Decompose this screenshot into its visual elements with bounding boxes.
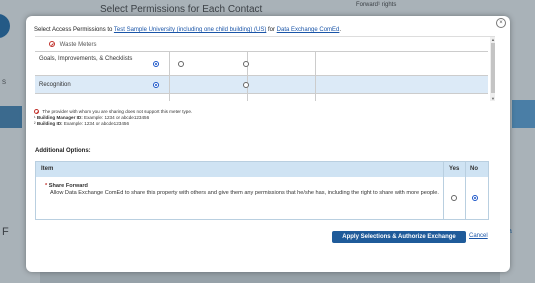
instruction-prefix: Select Access Permissions to xyxy=(34,27,114,33)
cancel-link[interactable]: Cancel xyxy=(469,233,488,239)
share-forward-title: * Share Forward xyxy=(45,183,88,189)
background-right-text: Forward¹ rights xyxy=(356,2,397,8)
no-entry-icon xyxy=(49,41,55,47)
permissions-table-scrollarea[interactable]: Waste Meters Goals, Improvements, & Chec… xyxy=(35,36,495,101)
instruction-suffix: . xyxy=(339,27,342,33)
recognition-radio-option-1[interactable] xyxy=(153,82,159,88)
note-example: Example: 1234 or abcde123456 xyxy=(82,115,150,120)
column-divider xyxy=(315,94,316,101)
column-divider xyxy=(169,76,170,94)
no-entry-icon xyxy=(34,109,39,115)
background-side-bar xyxy=(0,106,22,128)
permission-row-partial xyxy=(35,93,488,101)
goals-radio-option-3[interactable] xyxy=(243,61,249,67)
permission-notes: The provider with whom you are sharing d… xyxy=(34,109,192,127)
note-label: Building Manager ID: xyxy=(36,115,83,120)
modal-instruction: Select Access Permissions to Test Sample… xyxy=(34,27,341,33)
goals-radio-option-2[interactable] xyxy=(178,61,184,67)
note-label: Building ID: xyxy=(36,121,63,126)
column-divider xyxy=(315,52,316,76)
goals-radio-option-1[interactable] xyxy=(153,61,159,67)
recognition-radio-option-3[interactable] xyxy=(243,82,249,88)
scrollbar-thumb[interactable] xyxy=(491,43,495,93)
column-divider xyxy=(443,177,444,219)
column-divider xyxy=(247,94,248,101)
permissions-modal: × Select Access Permissions to Test Samp… xyxy=(26,16,510,272)
waste-meters-label: Waste Meters xyxy=(59,41,97,48)
share-forward-yes-radio[interactable] xyxy=(451,195,457,201)
additional-options-heading: Additional Options: xyxy=(35,148,91,154)
column-divider xyxy=(465,162,466,177)
recognition-label: Recognition xyxy=(39,82,71,88)
note-building-id: ² Building ID: Example: 1234 or abcde123… xyxy=(34,121,192,127)
share-forward-no-radio[interactable] xyxy=(472,195,478,201)
property-link[interactable]: Test Sample University (including one ch… xyxy=(114,27,266,33)
background-right-panel xyxy=(512,100,535,128)
column-divider xyxy=(465,177,466,219)
no-support-text: The provider with whom you are sharing d… xyxy=(42,109,193,114)
close-icon[interactable]: × xyxy=(496,18,506,28)
permission-label: Waste Meters xyxy=(49,41,96,48)
column-header-yes: Yes xyxy=(449,166,460,172)
share-forward-label: Share Forward xyxy=(48,183,88,189)
options-table-header: Item Yes No xyxy=(36,162,488,177)
company-link[interactable]: Data Exchange ComEd xyxy=(277,27,340,33)
column-header-no: No xyxy=(470,166,478,172)
required-marker: * xyxy=(45,183,48,189)
permission-row-waste-meters: Waste Meters xyxy=(35,37,488,51)
permission-row-goals: Goals, Improvements, & Checklists xyxy=(35,51,488,76)
option-row-share-forward: * Share Forward Allow Data Exchange ComE… xyxy=(36,177,488,219)
permissions-scrollbar[interactable]: ▲ ▼ xyxy=(490,37,495,101)
instruction-mid: for xyxy=(266,27,277,33)
scroll-up-icon[interactable]: ▲ xyxy=(491,37,495,42)
column-divider xyxy=(169,94,170,101)
column-header-item: Item xyxy=(41,166,54,172)
background-side-letter: S xyxy=(2,80,7,86)
column-divider xyxy=(169,52,170,76)
goals-label: Goals, Improvements, & Checklists xyxy=(39,56,133,62)
background-side-letter-f: F xyxy=(2,226,9,238)
scroll-down-icon[interactable]: ▼ xyxy=(491,96,495,101)
additional-options-table: Item Yes No * Share Forward Allow Data E… xyxy=(35,161,489,220)
apply-selections-button[interactable]: Apply Selections & Authorize Exchange xyxy=(332,231,466,243)
column-divider xyxy=(315,76,316,94)
background-page-title: Select Permissions for Each Contact xyxy=(100,4,263,15)
share-forward-description: Allow Data Exchange ComEd to share this … xyxy=(50,190,439,196)
note-example: Example: 1234 or abcde123456 xyxy=(62,121,129,126)
permission-row-recognition: Recognition xyxy=(35,75,488,94)
column-divider xyxy=(443,162,444,177)
background-circle-decoration xyxy=(0,14,10,38)
